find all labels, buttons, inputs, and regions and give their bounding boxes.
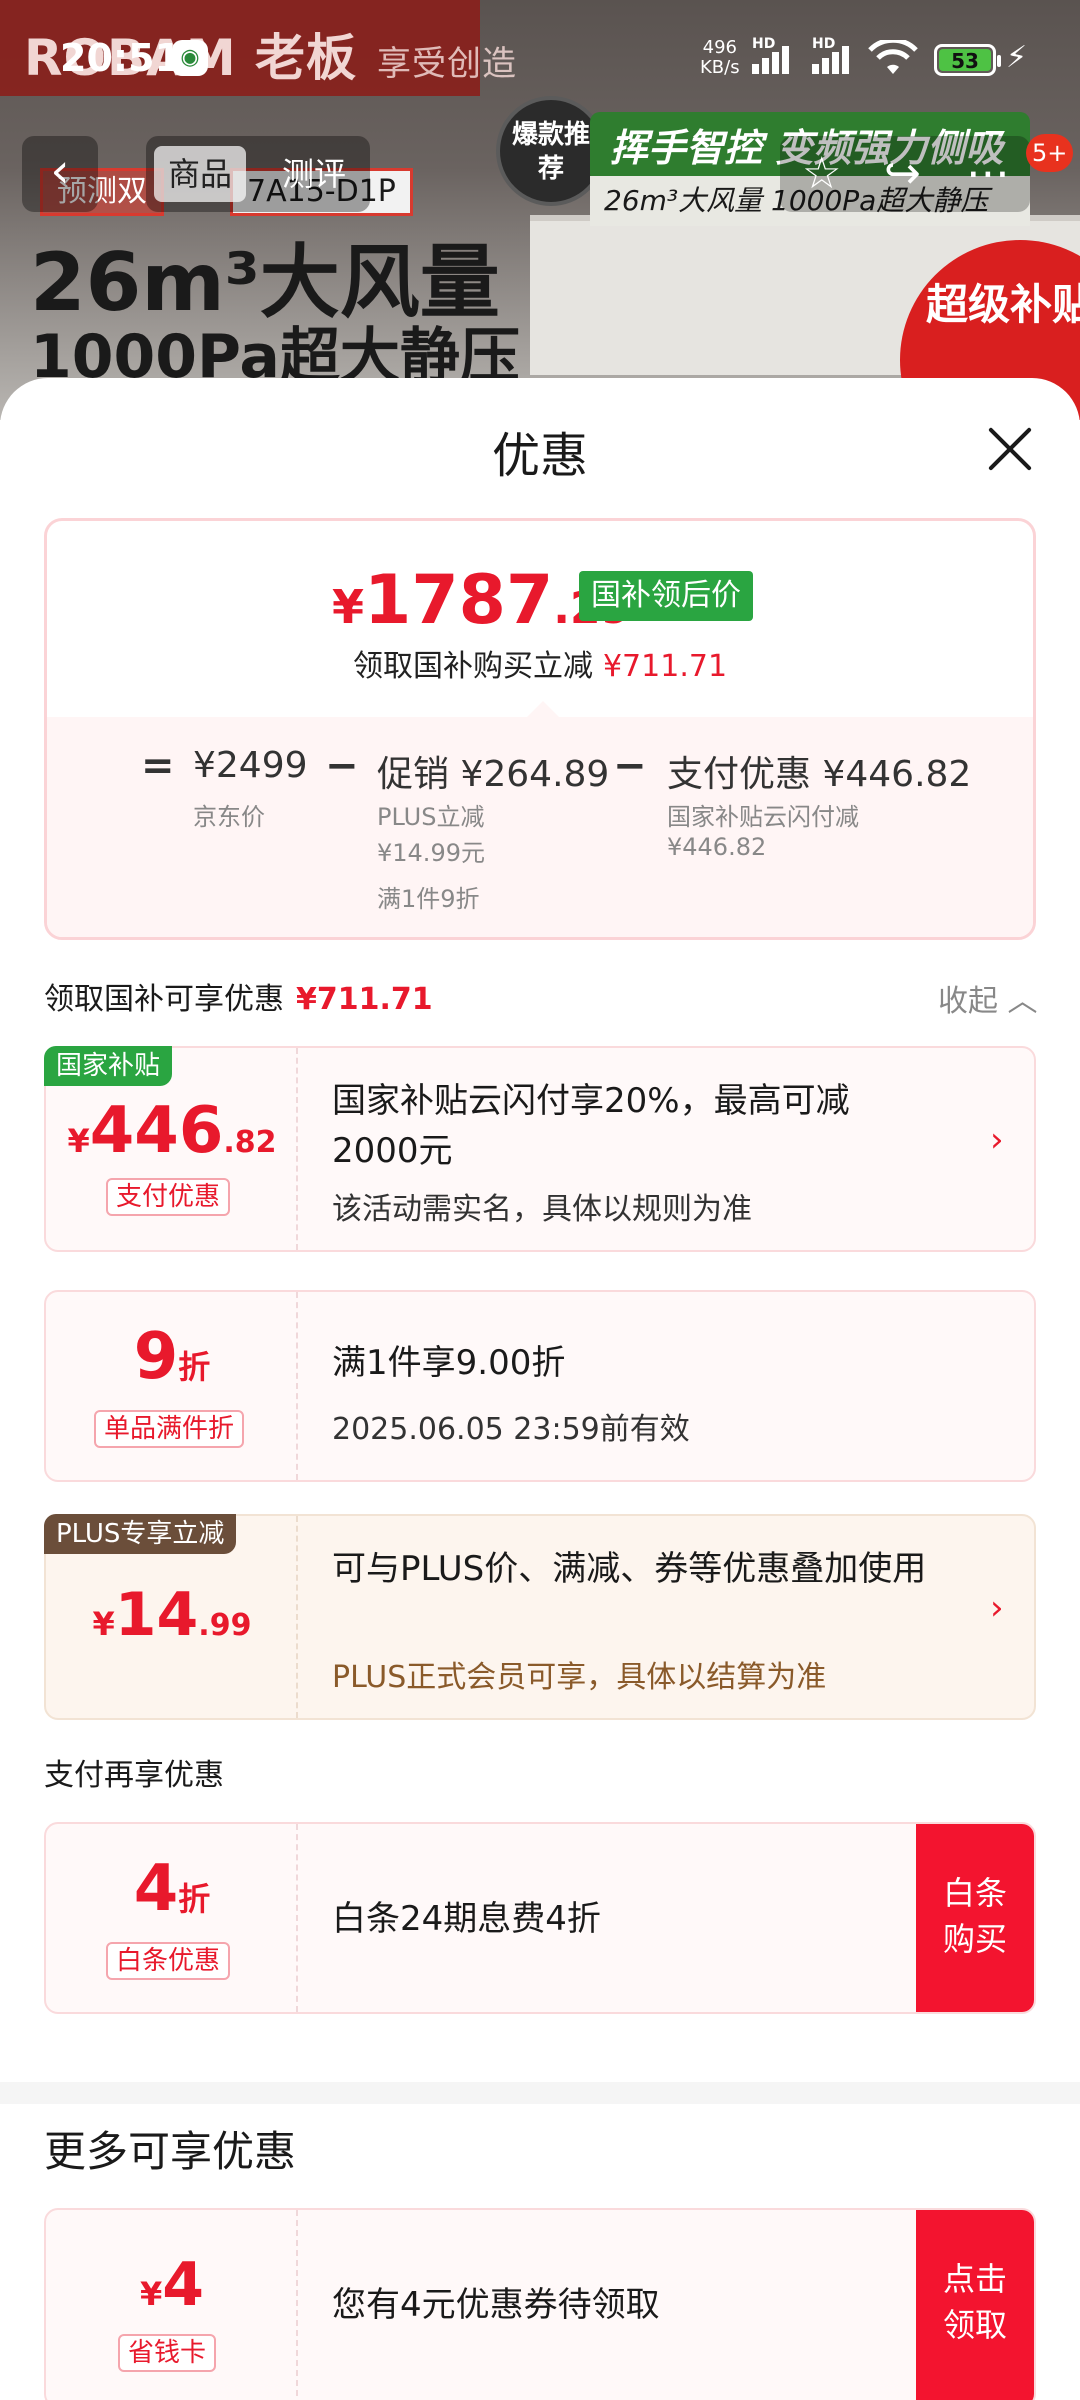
baitiao-buy-button[interactable]: 白条购买 — [916, 1824, 1034, 2012]
jd-price: ¥2499 — [193, 745, 308, 786]
minus-sign-2: − — [613, 743, 647, 789]
coupon-description: 满1件享9.00折 — [332, 1343, 566, 1383]
subsidy-reduction-line: 领取国补购买立减 ¥711.71 — [352, 649, 728, 684]
sheet-title: 优惠 — [491, 428, 588, 484]
collapse-toggle[interactable]: 收起 ︿ — [938, 976, 1038, 1020]
more-offers-title: 更多可享优惠 — [44, 2127, 297, 2176]
equals-sign: = — [141, 743, 175, 789]
price-summary-card: ¥1787.29 国补领后价 领取国补购买立减¥711.71 = ¥2499 京… — [44, 518, 1036, 940]
coupon-amount: ¥446.82 — [67, 1094, 277, 1168]
coupon-type-pill: 省钱卡 — [118, 2334, 217, 2372]
payment-section-header: 支付再享优惠 — [44, 1758, 224, 1793]
claim-coupon-button[interactable]: 点击领取 — [916, 2210, 1034, 2400]
tab-review[interactable]: 测评 — [268, 146, 360, 202]
jd-price-label: 京东价 — [193, 803, 265, 831]
promo-detail-2: ¥14.99元 — [377, 839, 485, 867]
coupon-claim-card: ¥4 省钱卡 您有4元优惠券待领取 点击领取 — [44, 2208, 1036, 2400]
coupon-description: 国家补贴云闪付享20%，最高可减2000元 — [332, 1081, 850, 1171]
wifi-icon — [868, 37, 918, 76]
back-button[interactable]: ‹ — [22, 136, 98, 212]
pay-detail-1: 国家补贴云闪付减 — [667, 803, 859, 831]
chevron-up-icon: ︿ — [1007, 984, 1038, 1019]
section-divider — [0, 2082, 1080, 2104]
coupon-type-pill: 支付优惠 — [106, 1178, 231, 1216]
coupon-amount: ¥14.99 — [92, 1580, 252, 1650]
coupon-amount: ¥4 — [139, 2250, 204, 2320]
battery-icon: 53 — [934, 44, 1001, 76]
favorite-icon[interactable]: ☆ — [802, 148, 841, 200]
coupon-type-pill: 白条优惠 — [106, 1942, 231, 1980]
chevron-right-icon: › — [990, 1588, 1004, 1628]
minus-sign-1: − — [325, 743, 359, 789]
coupon-description: 白条24期息费4折 — [332, 1899, 601, 1939]
pay-discount-line: 支付优惠 ¥446.82 — [667, 754, 972, 795]
more-icon[interactable]: ⋯ — [966, 148, 1010, 200]
coupon-note: 2025.06.05 23:59前有效 — [332, 1412, 690, 1447]
promo-line: 促销 ¥264.89 — [377, 754, 610, 795]
charging-icon: ⚡ — [1006, 40, 1028, 75]
coupon-description: 您有4元优惠券待领取 — [332, 2285, 660, 2325]
signal-icon: HD — [752, 36, 798, 74]
promo-detail-3: 满1件9折 — [377, 885, 480, 913]
coupon-note: PLUS正式会员可享，具体以结算为准 — [332, 1660, 827, 1695]
coupon-amount: 4折 — [133, 1852, 211, 1926]
coupon-note: 该活动需实名，具体以规则为准 — [332, 1192, 752, 1227]
subsidy-section-header: 领取国补可享优惠 ¥711.71 — [44, 982, 433, 1017]
after-subsidy-tag: 国补领后价 — [579, 571, 753, 621]
national-subsidy-card[interactable]: ¥446.82 支付优惠 国家补贴云闪付享20%，最高可减2000元 该活动需实… — [44, 1046, 1036, 1252]
coupon-type-pill: 单品满件折 — [94, 1410, 245, 1448]
discount-sheet: 优惠 ¥1787.29 国补领后价 领取国补购买立减¥711.71 = ¥249… — [0, 378, 1080, 2400]
plus-exclusive-tag: PLUS专享立减 — [44, 1514, 237, 1554]
pay-detail-2: ¥446.82 — [667, 833, 767, 861]
app-notification-icon: ◉ — [172, 40, 208, 76]
net-speed: 496 KB/s — [700, 37, 740, 78]
tab-product[interactable]: 商品 — [154, 146, 247, 202]
single-item-discount-card[interactable]: 9折 单品满件折 满1件享9.00折 2025.06.05 23:59前有效 — [44, 1290, 1036, 1482]
status-bar: 20:51 ◉ 496 KB/s HD HD 53 ⚡ — [0, 0, 1080, 120]
message-badge: 5+ — [1026, 134, 1074, 172]
signal-icon-2: HD — [812, 36, 858, 74]
clock: 20:51 — [60, 36, 181, 80]
share-icon[interactable]: ↪ — [884, 148, 921, 200]
top-actions: ☆ ↪ ⋯ — [780, 136, 1030, 212]
national-subsidy-tag: 国家补贴 — [44, 1046, 173, 1086]
baitiao-card: 4折 白条优惠 白条24期息费4折 白条购买 — [44, 1822, 1036, 2014]
close-icon[interactable] — [980, 418, 1040, 478]
chevron-right-icon: › — [990, 1120, 1004, 1160]
coupon-amount: 9折 — [133, 1320, 211, 1394]
product-tabs: 商品 测评 — [146, 136, 370, 212]
promo-detail-1: PLUS立减 — [377, 803, 485, 831]
coupon-description: 可与PLUS价、满减、券等优惠叠加使用 — [332, 1549, 927, 1589]
